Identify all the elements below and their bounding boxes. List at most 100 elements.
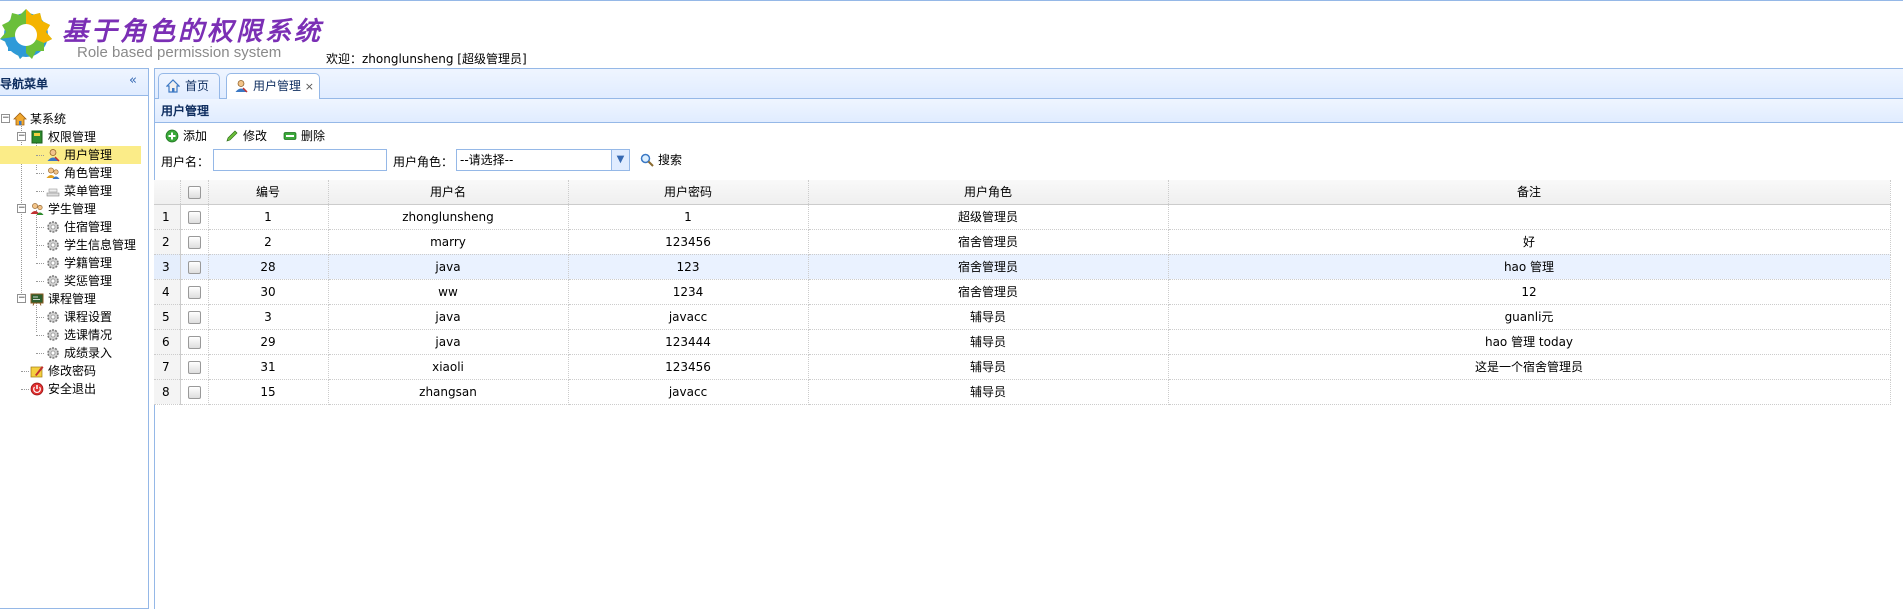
tree-group-student[interactable]: − 学生管理 bbox=[0, 200, 148, 218]
role-users-icon bbox=[46, 167, 60, 179]
cell-password: 1 bbox=[568, 204, 809, 230]
row-checkbox[interactable] bbox=[180, 354, 209, 380]
tree-item-change-password[interactable]: 修改密码 bbox=[0, 362, 148, 380]
cell-name: java bbox=[328, 329, 569, 355]
column-header[interactable]: 编号 bbox=[208, 180, 329, 205]
table-row[interactable]: 4 30 ww 1234 宿舍管理员 12 bbox=[154, 279, 1891, 305]
tree-item-reward[interactable]: 奖惩管理 bbox=[0, 272, 148, 290]
row-checkbox[interactable] bbox=[180, 279, 209, 305]
table-row[interactable]: 6 29 java 123444 辅导员 hao 管理 today bbox=[154, 329, 1891, 355]
table-row[interactable]: 1 1 zhonglunsheng 1 超级管理员 bbox=[154, 204, 1891, 230]
row-checkbox[interactable] bbox=[180, 254, 209, 280]
close-icon[interactable]: × bbox=[305, 74, 314, 99]
row-number: 3 bbox=[154, 254, 181, 280]
select-all-checkbox[interactable] bbox=[180, 180, 209, 205]
cell-id: 2 bbox=[208, 229, 329, 255]
cell-id: 3 bbox=[208, 304, 329, 330]
row-checkbox[interactable] bbox=[180, 329, 209, 355]
column-header[interactable]: 用户名 bbox=[328, 180, 569, 205]
tree-item-course-setting[interactable]: 课程设置 bbox=[0, 308, 148, 326]
row-checkbox[interactable] bbox=[180, 204, 209, 230]
edit-button[interactable]: 修改 bbox=[223, 127, 267, 145]
tree-group-permission[interactable]: − 权限管理 bbox=[0, 128, 148, 146]
tab-label: 首页 bbox=[185, 79, 210, 93]
tree-item-user-manage[interactable]: 用户管理 bbox=[0, 146, 141, 164]
cell-role: 辅导员 bbox=[808, 354, 1169, 380]
logo-gear-icon bbox=[0, 9, 52, 59]
tree-group-course[interactable]: − 课程管理 bbox=[0, 290, 148, 308]
chevron-down-icon[interactable]: ▼ bbox=[611, 150, 629, 170]
cell-role: 超级管理员 bbox=[808, 204, 1169, 230]
edit-password-icon bbox=[30, 366, 44, 378]
tree-item-dorm-manage[interactable]: 住宿管理 bbox=[0, 218, 148, 236]
power-icon bbox=[30, 382, 44, 396]
tree-item-role-manage[interactable]: 角色管理 bbox=[0, 164, 148, 182]
tab-label: 用户管理 bbox=[253, 79, 302, 93]
tree-item-enrollment[interactable]: 学籍管理 bbox=[0, 254, 148, 272]
collapse-toggle-icon[interactable]: − bbox=[17, 204, 26, 213]
table-row[interactable]: 3 28 java 123 宿舍管理员 hao 管理 bbox=[154, 254, 1891, 280]
app-header: 基于角色的权限系统 Role based permission system 欢… bbox=[0, 0, 1903, 68]
cell-name: xiaoli bbox=[328, 354, 569, 380]
table-header-row: 编号 用户名 用户密码 用户角色 备注 bbox=[154, 180, 1891, 205]
cell-note: guanli元 bbox=[1168, 304, 1891, 330]
tab-bar: 首页 用户管理 × bbox=[154, 68, 1903, 101]
tree-item-menu-manage[interactable]: 菜单管理 bbox=[0, 182, 148, 200]
table-row[interactable]: 8 15 zhangsan javacc 辅导员 bbox=[154, 379, 1891, 405]
cell-note: 这是一个宿舍管理员 bbox=[1168, 354, 1891, 380]
role-select[interactable]: --请选择-- ▼ bbox=[456, 149, 630, 171]
cell-name: marry bbox=[328, 229, 569, 255]
row-number: 8 bbox=[154, 379, 181, 405]
row-checkbox[interactable] bbox=[180, 379, 209, 405]
nav-title: 导航菜单 bbox=[0, 77, 49, 91]
toolbar: 添加 修改 删除 bbox=[155, 123, 1903, 147]
tree-root[interactable]: − 某系统 bbox=[0, 110, 148, 128]
gear-icon bbox=[47, 311, 59, 323]
tab-user-manage[interactable]: 用户管理 × bbox=[226, 73, 320, 101]
collapse-toggle-icon[interactable]: − bbox=[17, 132, 26, 141]
collapse-toggle-icon[interactable]: − bbox=[1, 114, 10, 123]
cell-password: 1234 bbox=[568, 279, 809, 305]
user-table: 编号 用户名 用户密码 用户角色 备注 1 1 zhonglunsheng 1 超级管理… bbox=[154, 180, 1891, 405]
row-checkbox[interactable] bbox=[180, 229, 209, 255]
collapse-toggle-icon[interactable]: − bbox=[17, 294, 26, 303]
cell-password: 123456 bbox=[568, 229, 809, 255]
tree-item-course-selection[interactable]: 选课情况 bbox=[0, 326, 148, 344]
cell-password: 123 bbox=[568, 254, 809, 280]
cell-name: ww bbox=[328, 279, 569, 305]
search-button[interactable]: 搜索 bbox=[638, 151, 682, 169]
role-select-value: --请选择-- bbox=[460, 153, 514, 167]
nav-panel: 导航菜单 « − 某系统 − 权限管理 用户管理 角色管理 菜单管理 − 学生管… bbox=[0, 68, 149, 609]
cell-role: 辅导员 bbox=[808, 329, 1169, 355]
home-icon bbox=[166, 79, 180, 93]
cell-note: hao 管理 bbox=[1168, 254, 1891, 280]
cell-password: javacc bbox=[568, 379, 809, 405]
blackboard-icon bbox=[30, 293, 44, 306]
table-row[interactable]: 2 2 marry 123456 宿舍管理员好 bbox=[154, 229, 1891, 255]
row-number: 5 bbox=[154, 304, 181, 330]
row-number: 4 bbox=[154, 279, 181, 305]
cell-id: 29 bbox=[208, 329, 329, 355]
column-header[interactable]: 用户角色 bbox=[808, 180, 1169, 205]
table-row[interactable]: 7 31 xiaoli 123456 辅导员 这是一个宿舍管理员 bbox=[154, 354, 1891, 380]
row-number: 2 bbox=[154, 229, 181, 255]
collapse-left-icon[interactable]: « bbox=[126, 74, 140, 88]
tree-item-logout[interactable]: 安全退出 bbox=[0, 380, 148, 398]
tree-item-student-info[interactable]: 学生信息管理 bbox=[0, 236, 148, 254]
add-button[interactable]: 添加 bbox=[163, 127, 207, 145]
permission-book-icon bbox=[31, 130, 43, 144]
table-row[interactable]: 5 3 java javacc 辅导员 guanli元 bbox=[154, 304, 1891, 330]
cell-role: 辅导员 bbox=[808, 379, 1169, 405]
tree-item-grade-entry[interactable]: 成绩录入 bbox=[0, 344, 148, 362]
row-checkbox[interactable] bbox=[180, 304, 209, 330]
rownumber-header bbox=[154, 180, 181, 205]
username-input[interactable] bbox=[213, 149, 387, 171]
column-header[interactable]: 备注 bbox=[1168, 180, 1891, 205]
main-area: 首页 用户管理 × 用户管理 添加 修改 删除 用户名： 用户角色： --请选择… bbox=[154, 68, 1903, 609]
tab-home[interactable]: 首页 bbox=[158, 73, 220, 100]
column-header[interactable]: 用户密码 bbox=[568, 180, 809, 205]
delete-button[interactable]: 删除 bbox=[281, 127, 325, 145]
row-number: 7 bbox=[154, 354, 181, 380]
cell-note bbox=[1168, 204, 1891, 230]
menu-icon bbox=[46, 188, 60, 197]
